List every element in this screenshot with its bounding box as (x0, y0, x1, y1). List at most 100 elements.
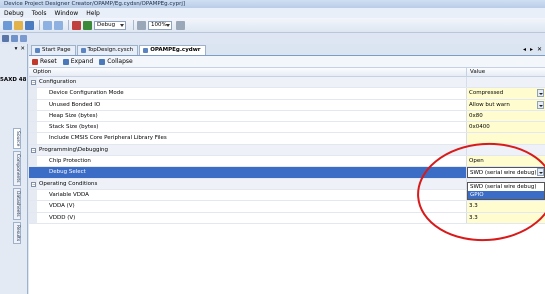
grid-property-row[interactable]: VDDA (V) 3.3 (29, 201, 545, 213)
collapse-toggle-icon[interactable]: − (31, 147, 36, 153)
build-config-combo[interactable]: Debug (94, 20, 126, 30)
build-icon[interactable] (72, 20, 81, 30)
tab-opampeg-cydwr[interactable]: OPAMPEg.cydwr (139, 45, 206, 55)
document-tab-bar: Start Page TopDesign.cysch OPAMPEg.cydwr… (29, 44, 545, 56)
redo-icon[interactable] (54, 20, 63, 30)
menu-bar: Debug Tools Window Help (0, 8, 545, 18)
chevron-down-icon (120, 23, 124, 27)
row-gutter: − (29, 178, 37, 189)
collapse-toggle-icon[interactable]: − (31, 181, 36, 187)
row-gutter: − (29, 144, 37, 156)
option-label: Unused Bonded IO (49, 101, 101, 108)
option-cell: Heap Size (bytes) (29, 110, 467, 122)
grid-header: Option Value (29, 68, 545, 77)
tab-topdesign[interactable]: TopDesign.cysch (76, 45, 139, 55)
grid-property-row[interactable]: Unused Bonded IO Allow but warn (29, 99, 545, 111)
zoom-combo[interactable]: 100% (148, 20, 172, 30)
menu-window[interactable]: Window (55, 10, 79, 17)
zoom-in-icon[interactable] (176, 20, 185, 30)
reset-icon (32, 58, 38, 65)
save-icon[interactable] (25, 20, 34, 30)
row-gutter (29, 133, 37, 144)
option-value: 3.3 (469, 203, 478, 210)
collapse-toggle-icon[interactable]: − (31, 80, 36, 85)
option-label: Chip Protection (49, 158, 91, 165)
grid-property-row[interactable]: Include CMSIS Core Peripheral Library Fi… (29, 133, 545, 145)
dropdown-arrow-icon[interactable] (537, 100, 544, 109)
option-label: VDDD (V) (49, 214, 76, 221)
dropdown-arrow-icon[interactable] (537, 89, 544, 98)
editor-toolbar: Reset Expand Collapse (29, 56, 545, 68)
value-column-header[interactable]: Value (467, 68, 545, 76)
grid-category-row[interactable]: − Configuration (29, 77, 545, 89)
value-cell[interactable]: SWD (serial wire debug) (467, 167, 545, 178)
option-label: Variable VDDA (49, 191, 89, 198)
expand-button[interactable]: Expand (62, 58, 93, 65)
grid-category-row[interactable]: − Programming\Debugging (29, 144, 545, 157)
program-icon[interactable] (83, 20, 92, 30)
grid-property-row[interactable]: Chip Protection Open (29, 156, 545, 168)
tab-label: Start Page (42, 47, 71, 53)
value-cell[interactable]: 0x0400 (467, 122, 545, 133)
option-cell: Include CMSIS Core Peripheral Library Fi… (29, 133, 467, 144)
vtab-results[interactable]: Results (13, 221, 21, 244)
menu-debug[interactable]: Debug (4, 10, 24, 17)
row-gutter: − (29, 77, 37, 88)
dropdown-option-gpio[interactable]: GPIO (468, 191, 544, 199)
scroll-right-icon[interactable]: ▸ (530, 46, 533, 53)
toolbar-separator (133, 20, 134, 30)
option-label: Operating Conditions (39, 180, 98, 187)
panel-close-icon[interactable]: ✕ (20, 46, 25, 52)
new-project-icon[interactable] (3, 20, 12, 30)
reset-button[interactable]: Reset (32, 58, 57, 65)
scroll-left-icon[interactable]: ◂ (523, 46, 526, 53)
dropdown-option-swd[interactable]: SWD (serial wire debug) (468, 183, 544, 191)
tab-start-page[interactable]: Start Page (31, 45, 76, 55)
vtab-datasheets[interactable]: Datasheets (13, 187, 21, 220)
files-icon[interactable] (11, 35, 18, 42)
zoom-value: 100% (151, 21, 167, 28)
components-icon[interactable] (20, 35, 27, 42)
debug-select-combo[interactable]: SWD (serial wire debug) (467, 167, 545, 178)
debug-select-dropdown-list[interactable]: SWD (serial wire debug) GPIO (467, 182, 545, 200)
option-column-header[interactable]: Option (29, 68, 467, 76)
zoom-out-icon[interactable] (137, 20, 146, 30)
collapse-button[interactable]: Collapse (99, 58, 133, 65)
value-cell[interactable]: 0x80 (467, 110, 545, 122)
panel-header: ▾ ✕ (0, 44, 27, 53)
close-tab-icon[interactable]: ✕ (537, 46, 542, 53)
grid-property-row[interactable]: Heap Size (bytes) 0x80 (29, 110, 545, 123)
tab-controls: ◂ ▸ ✕ (523, 46, 542, 53)
toolbar-separator (39, 20, 40, 30)
page-icon (35, 48, 40, 53)
chevron-down-icon (166, 23, 170, 27)
row-gutter (29, 201, 37, 212)
value-cell[interactable]: Compressed (467, 88, 545, 99)
panel-pin-icon[interactable]: ▾ (15, 46, 18, 52)
chip-icon (143, 48, 149, 53)
build-config-value: Debug (97, 21, 116, 28)
dropdown-arrow-icon[interactable] (537, 168, 544, 177)
value-cell[interactable]: 3.3 (467, 212, 545, 223)
open-folder-icon[interactable] (14, 20, 23, 30)
grid-property-row[interactable]: Debug Select SWD (serial wire debug) (29, 167, 545, 179)
grid-rows: − Configuration Device Configuration Mode C… (29, 77, 545, 224)
grid-property-row[interactable]: VDDD (V) 3.3 (29, 212, 545, 224)
value-cell[interactable]: Open (467, 156, 545, 167)
value-cell[interactable]: Allow but warn (467, 99, 545, 110)
grid-property-row[interactable]: Stack Size (bytes) 0x0400 (29, 122, 545, 134)
option-cell: Chip Protection (29, 156, 467, 167)
secondary-toolbar (0, 33, 30, 44)
workspace-icon[interactable] (2, 35, 9, 42)
undo-icon[interactable] (43, 20, 52, 30)
menu-tools[interactable]: Tools (32, 10, 47, 17)
menu-help[interactable]: Help (86, 10, 100, 17)
value-cell (467, 144, 545, 156)
value-cell[interactable] (467, 133, 545, 144)
row-gutter (29, 88, 37, 99)
grid-property-row[interactable]: Device Configuration Mode Compressed (29, 88, 545, 100)
value-cell[interactable]: 3.3 (467, 201, 545, 212)
vtab-components[interactable]: Components (13, 151, 21, 186)
vtab-source[interactable]: Source (13, 128, 21, 150)
option-value: 0x0400 (469, 124, 490, 131)
